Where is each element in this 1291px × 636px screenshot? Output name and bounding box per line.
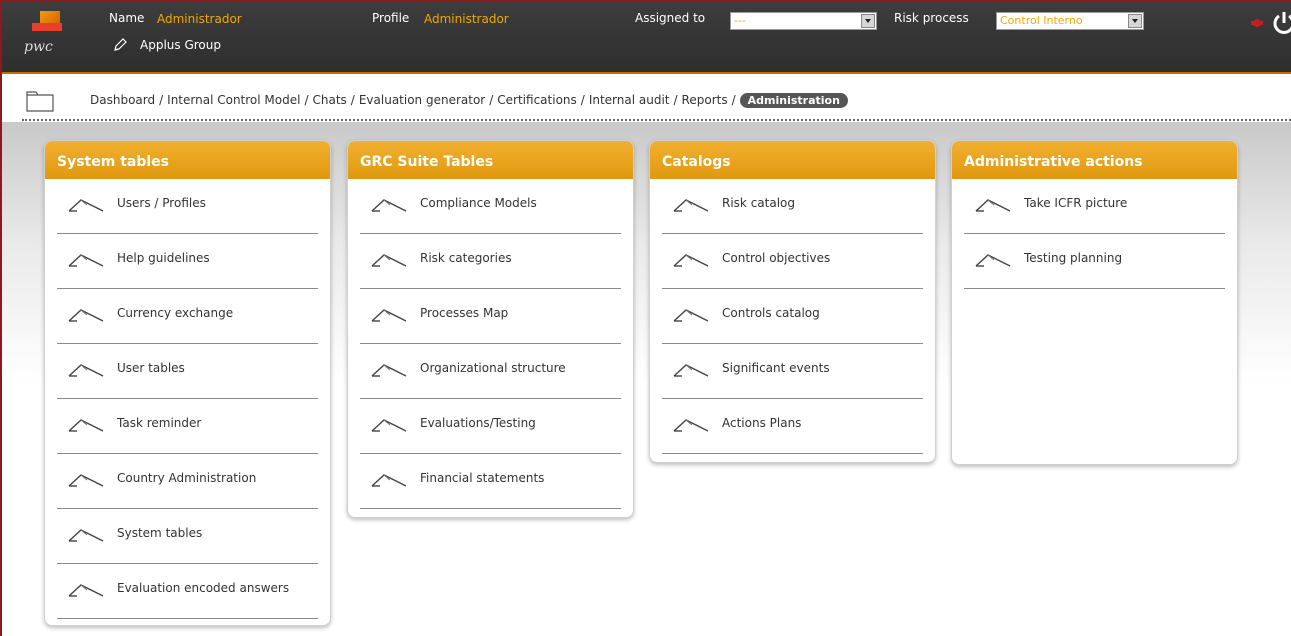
item-icon [370, 417, 408, 433]
breadcrumb-evaluation-generator[interactable]: Evaluation generator [359, 93, 485, 107]
item-icon [67, 252, 105, 268]
menu-item-control-objectives[interactable]: Control objectives [662, 234, 923, 289]
chevron-down-icon[interactable] [1128, 14, 1142, 28]
item-icon [370, 252, 408, 268]
item-icon [974, 197, 1012, 213]
menu-item-system-tables[interactable]: System tables [57, 509, 318, 564]
item-icon [672, 417, 710, 433]
breadcrumb-bar: Dashboard / Internal Control Model / Chats / E… [2, 74, 1291, 122]
item-icon [974, 252, 1012, 268]
item-icon [67, 417, 105, 433]
company-name: Applus Group [140, 38, 221, 52]
menu-item-processes-map[interactable]: Processes Map [360, 289, 621, 344]
item-icon [67, 307, 105, 323]
panel-grc-suite-tables: GRC Suite Tables Compliance Models Risk … [347, 140, 634, 518]
risk-process-select[interactable]: Control Interno [996, 12, 1144, 30]
name-value: Administrador [157, 12, 242, 26]
power-area [1247, 9, 1291, 35]
logout-icon[interactable] [1247, 9, 1291, 35]
panel-title: Administrative actions [952, 141, 1237, 179]
menu-item-financial-statements[interactable]: Financial statements [360, 454, 621, 509]
profile-value: Administrador [424, 12, 509, 26]
item-icon [370, 362, 408, 378]
menu-item-organizational-structure[interactable]: Organizational structure [360, 344, 621, 399]
breadcrumb-internal-control-model[interactable]: Internal Control Model [167, 93, 300, 107]
menu-item-risk-catalog[interactable]: Risk catalog [662, 179, 923, 234]
breadcrumb-chats[interactable]: Chats [313, 93, 347, 107]
breadcrumb-reports[interactable]: Reports [682, 93, 728, 107]
breadcrumb-dashboard[interactable]: Dashboard [90, 93, 155, 107]
item-icon [672, 307, 710, 323]
assigned-to-select[interactable]: --- [730, 12, 877, 30]
risk-process-label: Risk process [894, 11, 969, 25]
pencil-icon[interactable] [112, 37, 128, 53]
menu-item-compliance-models[interactable]: Compliance Models [360, 179, 621, 234]
menu-item-task-reminder[interactable]: Task reminder [57, 399, 318, 454]
panel-administrative-actions: Administrative actions Take ICFR picture… [951, 140, 1238, 465]
item-icon [67, 362, 105, 378]
menu-item-controls-catalog[interactable]: Controls catalog [662, 289, 923, 344]
menu-item-currency-exchange[interactable]: Currency exchange [57, 289, 318, 344]
menu-item-users-profiles[interactable]: Users / Profiles [57, 179, 318, 234]
item-icon [67, 197, 105, 213]
menu-item-user-tables[interactable]: User tables [57, 344, 318, 399]
item-icon [672, 362, 710, 378]
menu-item-testing-planning[interactable]: Testing planning [964, 234, 1225, 289]
item-icon [370, 197, 408, 213]
folder-icon[interactable] [26, 90, 54, 112]
menu-item-significant-events[interactable]: Significant events [662, 344, 923, 399]
menu-item-actions-plans[interactable]: Actions Plans [662, 399, 923, 454]
breadcrumb-divider [22, 119, 1291, 121]
item-icon [67, 472, 105, 488]
breadcrumb-administration[interactable]: Administration [739, 93, 848, 108]
panel-title: System tables [45, 141, 330, 179]
chevron-down-icon[interactable] [861, 14, 875, 28]
breadcrumb-internal-audit[interactable]: Internal audit [589, 93, 670, 107]
panel-title: GRC Suite Tables [348, 141, 633, 179]
item-icon [67, 582, 105, 598]
menu-item-help-guidelines[interactable]: Help guidelines [57, 234, 318, 289]
menu-item-evaluation-encoded-answers[interactable]: Evaluation encoded answers [57, 564, 318, 619]
breadcrumb-certifications[interactable]: Certifications [497, 93, 576, 107]
item-icon [370, 307, 408, 323]
menu-item-evaluations-testing[interactable]: Evaluations/Testing [360, 399, 621, 454]
assigned-to-label: Assigned to [635, 11, 706, 25]
panel-catalogs: Catalogs Risk catalog Control objectives… [649, 140, 936, 463]
menu-item-risk-categories[interactable]: Risk categories [360, 234, 621, 289]
name-label: Name [109, 11, 145, 25]
profile-label: Profile [372, 11, 410, 25]
item-icon [672, 197, 710, 213]
panel-system-tables: System tables Users / Profiles Help guid… [44, 140, 331, 626]
panel-title: Catalogs [650, 141, 935, 179]
top-header: pwc Name Administrador Applus Group Prof… [0, 0, 1291, 72]
item-icon [370, 472, 408, 488]
menu-item-country-administration[interactable]: Country Administration [57, 454, 318, 509]
breadcrumb: Dashboard / Internal Control Model / Chats / E… [90, 93, 848, 108]
item-icon [672, 252, 710, 268]
pwc-logo: pwc [24, 9, 68, 55]
item-icon [67, 527, 105, 543]
menu-item-take-icfr-picture[interactable]: Take ICFR picture [964, 179, 1225, 234]
